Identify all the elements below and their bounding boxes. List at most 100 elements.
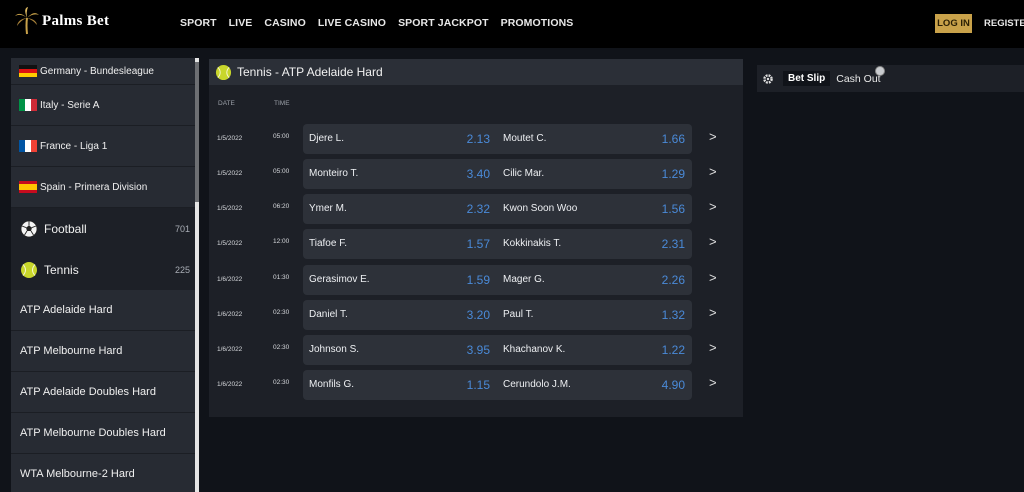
chevron-right-icon[interactable]: > bbox=[709, 305, 717, 320]
nav-sport-jackpot[interactable]: SPORT JACKPOT bbox=[398, 17, 489, 29]
sidebar-league-france[interactable]: France - Liga 1 bbox=[11, 126, 195, 167]
gear-icon[interactable] bbox=[762, 73, 774, 85]
chevron-right-icon[interactable]: > bbox=[709, 129, 717, 144]
match-row: 1/5/2022 05:00 Monteiro T. 3.40 Cilic Mar. 1.… bbox=[209, 159, 743, 189]
match-time: 06:20 bbox=[273, 203, 290, 210]
logo[interactable]: Palms Bet bbox=[14, 7, 109, 35]
sidebar-tournament[interactable]: ATP Melbourne Hard bbox=[11, 331, 195, 372]
match-row: 1/5/2022 05:00 Djere L. 2.13 Moutet C. 1.66 > bbox=[209, 124, 743, 154]
match-odds-pill: Tiafoe F. 1.57 Kokkinakis T. 2.31 bbox=[303, 229, 692, 259]
match-date: 1/6/2022 bbox=[217, 346, 243, 353]
chevron-right-icon[interactable]: > bbox=[709, 375, 717, 390]
away-player[interactable]: Cilic Mar. bbox=[503, 168, 544, 179]
match-row: 1/6/2022 02:30 Daniel T. 3.20 Paul T. 1.32 > bbox=[209, 300, 743, 330]
away-odds-button[interactable]: 2.26 bbox=[628, 273, 685, 287]
tennis-ball-icon bbox=[215, 64, 232, 80]
chevron-right-icon[interactable]: > bbox=[709, 164, 717, 179]
nav-live-casino[interactable]: LIVE CASINO bbox=[318, 17, 386, 29]
match-row: 1/6/2022 02:30 Monfils G. 1.15 Cerundolo J.M… bbox=[209, 370, 743, 400]
chevron-right-icon[interactable]: > bbox=[709, 340, 717, 355]
panel-title: Tennis - ATP Adelaide Hard bbox=[237, 65, 383, 79]
away-odds-button[interactable]: 4.90 bbox=[628, 378, 685, 392]
home-odds-button[interactable]: 2.13 bbox=[433, 132, 490, 146]
sidebar-league-italy[interactable]: Italy - Serie A bbox=[11, 85, 195, 126]
sidebar-league-germany[interactable]: Germany - Bundesleague bbox=[11, 58, 195, 85]
home-player[interactable]: Johnson S. bbox=[309, 344, 359, 355]
sidebar-tournament[interactable]: ATP Adelaide Hard bbox=[11, 290, 195, 331]
sport-count: 701 bbox=[174, 223, 190, 234]
home-player[interactable]: Tiafoe F. bbox=[309, 238, 347, 249]
main-nav: SPORT LIVE CASINO LIVE CASINO SPORT JACK… bbox=[180, 17, 585, 29]
chevron-right-icon[interactable]: > bbox=[709, 234, 717, 249]
nav-sport[interactable]: SPORT bbox=[180, 17, 217, 29]
home-player[interactable]: Ymer M. bbox=[309, 203, 347, 214]
sidebar-sport-tennis[interactable]: Tennis 225 bbox=[11, 249, 195, 290]
spain-flag-icon bbox=[19, 181, 37, 193]
chevron-right-icon[interactable]: > bbox=[709, 270, 717, 285]
login-button[interactable]: LOG IN bbox=[935, 14, 972, 33]
home-odds-button[interactable]: 3.95 bbox=[433, 343, 490, 357]
away-odds-button[interactable]: 2.31 bbox=[628, 237, 685, 251]
match-odds-pill: Gerasimov E. 1.59 Mager G. 2.26 bbox=[303, 265, 692, 295]
bet-slip-tab[interactable]: Bet Slip bbox=[783, 71, 831, 86]
sport-label: Football bbox=[44, 221, 87, 236]
away-player[interactable]: Mager G. bbox=[503, 274, 545, 285]
away-odds-button[interactable]: 1.32 bbox=[628, 308, 685, 322]
away-player[interactable]: Moutet C. bbox=[503, 133, 546, 144]
league-label: Spain - Primera Division bbox=[40, 181, 148, 193]
match-date: 1/5/2022 bbox=[217, 240, 243, 247]
home-odds-button[interactable]: 3.40 bbox=[433, 167, 490, 181]
away-odds-button[interactable]: 1.66 bbox=[628, 132, 685, 146]
sport-label: Tennis bbox=[44, 262, 79, 277]
sidebar-scroll-thumb[interactable] bbox=[195, 62, 199, 202]
home-odds-button[interactable]: 1.15 bbox=[433, 378, 490, 392]
home-odds-button[interactable]: 3.20 bbox=[433, 308, 490, 322]
chevron-right-icon[interactable]: > bbox=[709, 199, 717, 214]
match-time: 12:00 bbox=[273, 238, 290, 245]
league-label: Italy - Serie A bbox=[40, 99, 100, 111]
home-player[interactable]: Daniel T. bbox=[309, 309, 348, 320]
home-odds-button[interactable]: 1.59 bbox=[433, 273, 490, 287]
top-bar: Palms Bet SPORT LIVE CASINO LIVE CASINO … bbox=[0, 0, 1024, 48]
match-row: 1/5/2022 06:20 Ymer M. 2.32 Kwon Soon Woo 1.5… bbox=[209, 194, 743, 224]
away-player[interactable]: Khachanov K. bbox=[503, 344, 565, 355]
home-player[interactable]: Monfils G. bbox=[309, 379, 354, 390]
match-row: 1/5/2022 12:00 Tiafoe F. 1.57 Kokkinakis T. 2… bbox=[209, 229, 743, 259]
sidebar-tournament[interactable]: WTA Melbourne-2 Hard bbox=[11, 454, 195, 492]
bet-slip-panel: Bet Slip Cash Out bbox=[757, 65, 1024, 92]
nav-casino[interactable]: CASINO bbox=[264, 17, 305, 29]
matches-panel: Tennis - ATP Adelaide Hard DATE TIME 1/5… bbox=[209, 59, 743, 417]
away-odds-button[interactable]: 1.22 bbox=[628, 343, 685, 357]
away-player[interactable]: Kokkinakis T. bbox=[503, 238, 561, 249]
match-date: 1/6/2022 bbox=[217, 311, 243, 318]
nav-live[interactable]: LIVE bbox=[229, 17, 253, 29]
away-player[interactable]: Cerundolo J.M. bbox=[503, 379, 571, 390]
home-player[interactable]: Djere L. bbox=[309, 133, 344, 144]
match-date: 1/6/2022 bbox=[217, 276, 243, 283]
away-player[interactable]: Paul T. bbox=[503, 309, 533, 320]
away-player[interactable]: Kwon Soon Woo bbox=[503, 203, 577, 214]
sidebar-league-spain[interactable]: Spain - Primera Division bbox=[11, 167, 195, 208]
cash-out-tab[interactable]: Cash Out bbox=[836, 73, 880, 85]
home-player[interactable]: Gerasimov E. bbox=[309, 274, 370, 285]
palm-logo-icon bbox=[15, 7, 39, 35]
match-time: 02:30 bbox=[273, 309, 290, 316]
home-odds-button[interactable]: 1.57 bbox=[433, 237, 490, 251]
germany-flag-icon bbox=[19, 65, 37, 77]
sidebar-tournament[interactable]: ATP Melbourne Doubles Hard bbox=[11, 413, 195, 454]
sidebar-tournament[interactable]: ATP Adelaide Doubles Hard bbox=[11, 372, 195, 413]
away-odds-button[interactable]: 1.29 bbox=[628, 167, 685, 181]
league-label: Germany - Bundesleague bbox=[40, 65, 154, 77]
away-odds-button[interactable]: 1.56 bbox=[628, 202, 685, 216]
info-icon[interactable] bbox=[875, 66, 885, 76]
sidebar-sport-football[interactable]: Football 701 bbox=[11, 208, 195, 249]
tennis-ball-icon bbox=[21, 261, 37, 278]
france-flag-icon bbox=[19, 140, 37, 152]
nav-promotions[interactable]: PROMOTIONS bbox=[501, 17, 574, 29]
logo-text: Palms Bet bbox=[42, 12, 110, 29]
home-player[interactable]: Monteiro T. bbox=[309, 168, 358, 179]
league-label: France - Liga 1 bbox=[40, 140, 108, 152]
home-odds-button[interactable]: 2.32 bbox=[433, 202, 490, 216]
register-link[interactable]: REGISTER bbox=[984, 18, 1024, 29]
panel-header: Tennis - ATP Adelaide Hard bbox=[209, 59, 743, 85]
